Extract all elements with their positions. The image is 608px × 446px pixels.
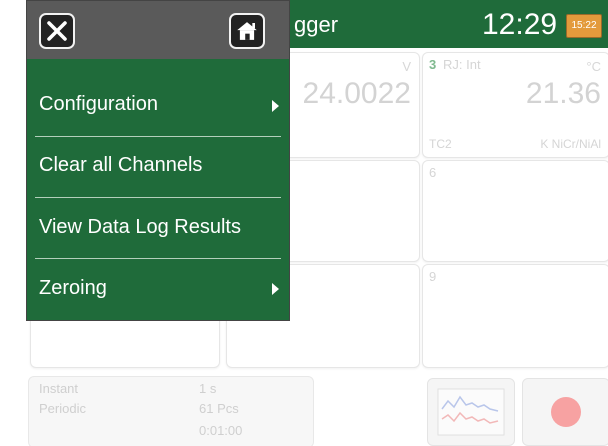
channel-tile-6[interactable]: 6 <box>422 160 608 262</box>
log-count: 61 Pcs <box>199 401 239 416</box>
channel-unit: °C <box>586 59 601 74</box>
channel-value: 24.0022 <box>302 77 411 110</box>
channel-tile-3[interactable]: 3 RJ: Int °C 21.36 TC2 K NiCr/NiAl <box>422 52 608 158</box>
battery-text: 15:22 <box>571 20 597 31</box>
menu-item-label: Configuration <box>39 93 158 115</box>
record-icon <box>551 397 581 427</box>
clock: 12:29 <box>482 8 558 41</box>
menu-item-view-data-log-results[interactable]: View Data Log Results <box>27 197 289 257</box>
channel-number: 3 <box>429 57 437 72</box>
battery-indicator: 15:22 <box>566 14 602 38</box>
home-icon[interactable] <box>229 13 265 49</box>
record-button[interactable] <box>522 378 608 446</box>
channel-value: 21.36 <box>525 77 601 110</box>
screen: gger 12:29 15:22 V 24.0022 3 RJ: Int °C … <box>26 0 608 446</box>
view-graph-button[interactable] <box>427 378 515 446</box>
menu-item-clear-all-channels[interactable]: Clear all Channels <box>27 135 289 195</box>
log-interval: 1 s <box>199 381 217 396</box>
channel-tile-9[interactable]: 9 <box>422 264 608 368</box>
log-settings-box[interactable]: Instant Periodic 1 s 61 Pcs 0:01:00 <box>28 376 314 446</box>
menu-item-label: View Data Log Results <box>39 216 241 238</box>
channel-rj-label: RJ: Int <box>443 57 481 72</box>
battery-tip <box>601 21 602 31</box>
log-mode-periodic: Periodic <box>39 401 86 416</box>
channel-number: 6 <box>429 165 437 180</box>
channel-unit: V <box>402 59 411 74</box>
submenu-arrow-icon <box>272 283 279 295</box>
menu-item-configuration[interactable]: Configuration <box>27 75 289 135</box>
menu-item-label: Clear all Channels <box>39 154 203 176</box>
main-menu-panel: Configuration Clear all Channels View Da… <box>26 0 290 321</box>
log-mode-instant: Instant <box>39 381 79 396</box>
close-icon[interactable] <box>39 13 75 49</box>
log-duration: 0:01:00 <box>199 423 243 438</box>
menu-item-label: Zeroing <box>39 277 107 299</box>
app-title: gger <box>294 12 339 37</box>
channel-sensor-type: K NiCr/NiAl <box>540 137 601 151</box>
graph-icon <box>437 388 505 436</box>
submenu-arrow-icon <box>272 100 279 112</box>
channel-number: 9 <box>429 269 437 284</box>
channel-sensor: TC2 <box>429 137 452 151</box>
menu-header <box>27 1 289 59</box>
menu-item-zeroing[interactable]: Zeroing <box>27 258 289 318</box>
